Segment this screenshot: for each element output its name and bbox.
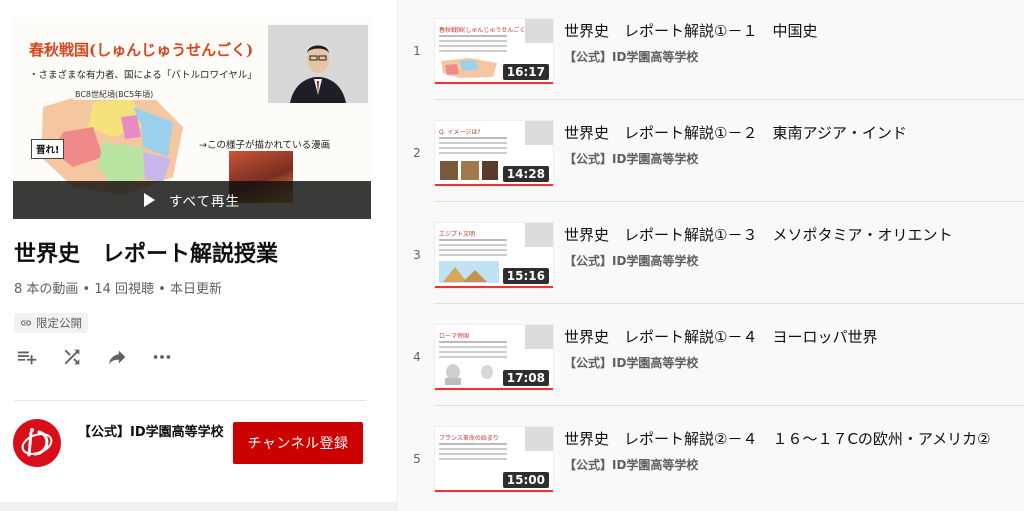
hero-callout-box: 晋れ! [31,139,65,159]
thumbnail-presenter-image [525,325,553,349]
video-title[interactable]: 世界史 レポート解説①－４ ヨーロッパ世界 [564,326,877,347]
video-duration: 15:00 [502,472,549,488]
thumbnail-photos-image [440,161,498,180]
channel-logo-icon [18,424,56,462]
video-thumbnail[interactable]: エジプト文明 15:16 [434,222,554,289]
video-duration: 16:17 [502,64,549,80]
row-divider [434,405,1024,406]
thumbnail-slide-title: エジプト文明 [439,231,476,238]
thumbnail-red-line [435,388,553,390]
presenter-image [268,25,368,103]
video-thumbnail[interactable]: フランス革命の始まり 15:00 [434,426,554,493]
video-index: 5 [413,452,421,466]
playlist-video-item[interactable]: 5 フランス革命の始まり 15:00 世界史 レポート解説②－４ １６～１７Cの… [398,408,1024,508]
thumbnail-pyramid-image [439,261,499,283]
playlist-stats: 8 本の動画 • 14 回視聴 • 本日更新 [14,282,222,297]
video-channel[interactable]: 【公式】ID学園高等学校 [564,252,698,269]
video-channel[interactable]: 【公式】ID学園高等学校 [564,456,698,473]
playlist-header-panel: 春秋戦国(しゅんじゅうせんごく) ・さまざまな有力者、国による「バトルロワイヤル… [0,0,398,511]
hero-slide-subtitle: ・さまざまな有力者、国による「バトルロワイヤル」 [29,70,257,81]
shuffle-button[interactable] [59,344,85,370]
video-title[interactable]: 世界史 レポート解説①－３ メソポタミア・オリエント [564,224,952,245]
playlist-video-item[interactable]: 4 ローマ帝国 17:08 世界史 レポート解説①－４ ヨーロッパ世界 【公式】… [398,306,1024,406]
video-title[interactable]: 世界史 レポート解説①－１ 中国史 [564,20,817,41]
play-all-button[interactable]: すべて再生 [13,181,371,219]
channel-name-link[interactable]: 【公式】ID学園高等学校 [78,423,226,443]
link-icon [21,320,31,326]
left-panel-footer [0,502,398,511]
hero-map-caption: BC8世紀頃(BC5年頃) [73,89,156,100]
thumbnail-red-line [435,82,553,84]
thumbnail-bust-image [445,364,493,385]
video-channel[interactable]: 【公式】ID学園高等学校 [564,48,698,65]
share-button[interactable] [104,344,130,370]
hero-arrow-text: →この様子が描かれている漫画 [199,140,331,151]
video-index: 1 [413,44,421,58]
thumbnail-text-lines [439,341,507,343]
channel-avatar[interactable] [13,419,61,467]
thumbnail-presenter-image [525,19,553,43]
video-index: 2 [413,146,421,160]
thumbnail-red-line [435,286,553,288]
video-channel[interactable]: 【公式】ID学園高等学校 [564,150,698,167]
video-duration: 14:28 [502,166,549,182]
video-thumbnail[interactable]: 春秋戦国(しゅんじゅうせんごく) 16:17 [434,18,554,85]
playlist-actions [14,344,175,370]
more-button[interactable] [149,344,175,370]
play-all-label: すべて再生 [168,194,240,210]
section-divider [14,400,366,401]
video-channel[interactable]: 【公式】ID学園高等学校 [564,354,698,371]
thumbnail-presenter-image [525,427,553,451]
video-duration: 15:16 [502,268,549,284]
share-icon [108,350,126,365]
privacy-badge: 限定公開 [14,313,88,333]
thumbnail-text-lines [439,443,507,445]
thumbnail-presenter-image [525,223,553,247]
video-thumbnail[interactable]: ローマ帝国 17:08 [434,324,554,391]
video-title[interactable]: 世界史 レポート解説①－２ 東南アジア・インド [564,122,907,143]
thumbnail-red-line [435,184,553,186]
playlist-title: 世界史 レポート解説授業 [14,242,279,267]
video-title[interactable]: 世界史 レポート解説②－４ １６～１７Cの欧州・アメリカ② [564,428,991,449]
subscribe-button[interactable]: チャンネル登録 [233,422,363,464]
add-to-queue-button[interactable] [14,344,40,370]
thumbnail-presenter-image [525,121,553,145]
add-to-queue-icon [17,351,37,365]
row-divider [434,303,1024,304]
thumbnail-slide-title: 春秋戦国(しゅんじゅうせんごく) [439,27,528,34]
thumbnail-slide-title: Q. イメージは? [439,129,481,136]
hero-slide-title: 春秋戦国(しゅんじゅうせんごく) [29,41,254,59]
more-icon [153,355,171,359]
play-icon [143,193,155,207]
playlist-video-list: 1 春秋戦国(しゅんじゅうせんごく) 16:17 世界史 レポート解説①－１ 中… [398,0,1024,511]
row-divider [434,99,1024,100]
video-duration: 17:08 [502,370,549,386]
playlist-video-item[interactable]: 2 Q. イメージは? 14:28 世界史 レポート解説①－２ 東南アジア・イン… [398,102,1024,202]
video-thumbnail[interactable]: Q. イメージは? 14:28 [434,120,554,187]
thumbnail-text-lines [439,239,507,241]
thumbnail-slide-title: ローマ帝国 [439,333,470,340]
privacy-label: 限定公開 [36,316,82,330]
playlist-hero-thumbnail[interactable]: 春秋戦国(しゅんじゅうせんごく) ・さまざまな有力者、国による「バトルロワイヤル… [13,19,371,219]
row-divider [434,201,1024,202]
thumbnail-text-lines [439,137,507,139]
playlist-video-item[interactable]: 1 春秋戦国(しゅんじゅうせんごく) 16:17 世界史 レポート解説①－１ 中… [398,0,1024,100]
video-index: 4 [413,350,421,364]
thumbnail-text-lines [439,35,507,37]
shuffle-icon [64,349,80,365]
video-index: 3 [413,248,421,262]
thumbnail-red-line [435,490,553,492]
thumbnail-slide-title: フランス革命の始まり [439,435,499,442]
thumbnail-map-image [441,58,497,78]
playlist-video-item[interactable]: 3 エジプト文明 15:16 世界史 レポート解説①－３ メソポタミア・オリエン… [398,204,1024,304]
